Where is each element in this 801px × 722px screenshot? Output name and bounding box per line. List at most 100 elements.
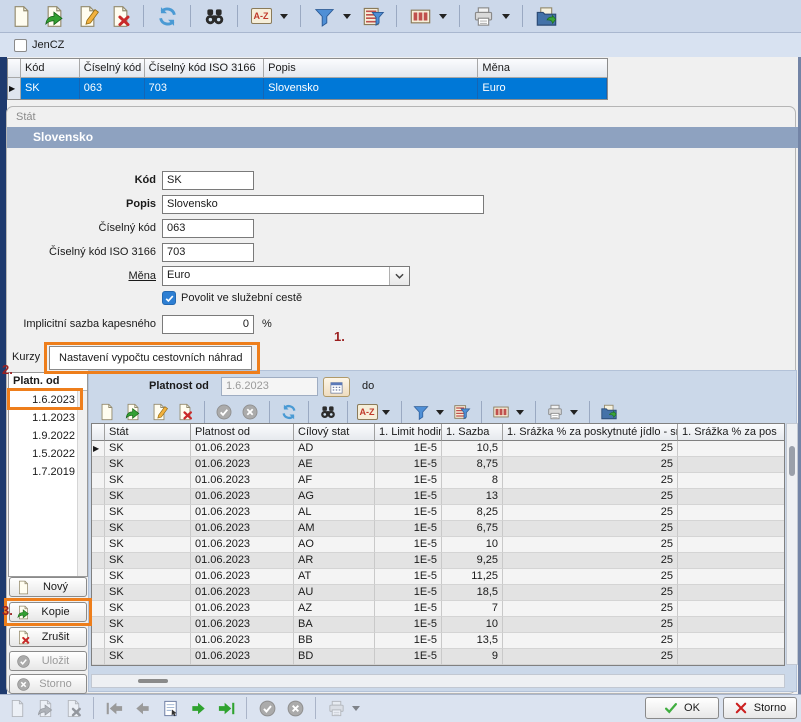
delete-button[interactable]	[105, 2, 135, 30]
columns-button[interactable]	[489, 401, 513, 423]
date-item[interactable]: 1.9.2022	[9, 427, 87, 445]
platnost-od-field[interactable]: 1.6.2023	[221, 377, 318, 396]
popis-field[interactable]: Slovensko	[162, 195, 484, 214]
calendar-button[interactable]	[323, 377, 350, 397]
col-cilovy-stat[interactable]: Cílový stat	[294, 424, 375, 441]
rates-grid-row[interactable]: SK01.06.2023AF1E-5825	[92, 473, 784, 489]
iso-field[interactable]: 703	[162, 243, 254, 262]
zrusit-button[interactable]: Zrušit	[9, 627, 87, 647]
sort-az-dropdown-arrow[interactable]	[280, 14, 288, 19]
filter-chart-button[interactable]	[450, 401, 474, 423]
print-dropdown-arrow[interactable]	[570, 410, 578, 415]
refresh-button[interactable]	[152, 2, 182, 30]
col-iso[interactable]: Číselný kód ISO 3166	[145, 59, 265, 78]
print-dropdown-arrow[interactable]	[502, 14, 510, 19]
filter-dropdown-arrow[interactable]	[343, 14, 351, 19]
form-view-button[interactable]	[157, 696, 183, 720]
search-button[interactable]	[316, 401, 340, 423]
sort-az-button[interactable]: A-Z	[246, 2, 276, 30]
col-ciselny-kod[interactable]: Číselný kód	[80, 59, 145, 78]
rates-grid-row[interactable]: SK01.06.2023AL1E-58,2525	[92, 505, 784, 521]
novy-button[interactable]: Nový	[9, 577, 87, 597]
print-dropdown-arrow[interactable]	[352, 706, 360, 711]
mena-label[interactable]: Měna	[18, 270, 156, 282]
tab-kurzy[interactable]: Kurzy	[12, 351, 40, 363]
print-button[interactable]	[543, 401, 567, 423]
apply-button[interactable]	[254, 696, 280, 720]
col-mena[interactable]: Měna	[478, 59, 607, 78]
date-item[interactable]: 1.7.2019	[9, 463, 87, 481]
delete-button[interactable]	[60, 696, 86, 720]
columns-button[interactable]	[405, 2, 435, 30]
mena-dropdown-button[interactable]	[389, 267, 409, 285]
edit-button[interactable]	[72, 2, 102, 30]
rates-grid-row[interactable]: SK01.06.2023BB1E-513,525	[92, 633, 784, 649]
copy-button[interactable]	[39, 2, 69, 30]
dates-column-header[interactable]: Platn. od	[9, 373, 87, 391]
jencz-checkbox[interactable]	[14, 39, 27, 52]
new-button[interactable]	[4, 696, 30, 720]
edit-button[interactable]	[147, 401, 171, 423]
print-button[interactable]	[323, 696, 349, 720]
hscroll-thumb[interactable]	[138, 679, 168, 683]
cancel-button[interactable]	[238, 401, 262, 423]
date-item[interactable]: 1.1.2023	[9, 409, 87, 427]
mena-combobox[interactable]: Euro	[162, 266, 410, 286]
last-button[interactable]	[213, 696, 239, 720]
rates-grid-row[interactable]: SK01.06.2023AZ1E-5725	[92, 601, 784, 617]
columns-dropdown-arrow[interactable]	[516, 410, 524, 415]
refresh-button[interactable]	[277, 401, 301, 423]
col-srazka-snidane[interactable]: 1. Srážka % za poskytnuté jídlo - snídan…	[503, 424, 678, 441]
kopie-button[interactable]: Kopie	[9, 602, 87, 622]
rates-grid-row[interactable]: SK01.06.2023AT1E-511,2525	[92, 569, 784, 585]
col-kod[interactable]: Kód	[21, 59, 80, 78]
print-button[interactable]	[468, 2, 498, 30]
rates-grid-row[interactable]: SK01.06.2023AR1E-59,2525	[92, 553, 784, 569]
next-button[interactable]	[185, 696, 211, 720]
dates-scrollbar[interactable]	[77, 391, 87, 576]
col-platnost-od[interactable]: Platnost od	[191, 424, 294, 441]
apply-button[interactable]	[212, 401, 236, 423]
export-button[interactable]	[597, 401, 621, 423]
copy-button[interactable]	[32, 696, 58, 720]
filter-grid-button[interactable]	[358, 2, 388, 30]
vscroll-thumb[interactable]	[789, 446, 795, 476]
kod-field[interactable]: SK	[162, 171, 254, 190]
rates-grid-row[interactable]: SK01.06.2023BA1E-51025	[92, 617, 784, 633]
storno-button[interactable]: Storno	[723, 697, 797, 719]
ciselny-kod-field[interactable]: 063	[162, 219, 254, 238]
columns-dropdown-arrow[interactable]	[439, 14, 447, 19]
date-item-selected[interactable]: 1.6.2023	[9, 391, 87, 409]
new-button[interactable]	[6, 2, 36, 30]
country-row-selected[interactable]: ▶ SK 063 703 Slovensko Euro	[8, 78, 607, 99]
rates-grid-row[interactable]: SK01.06.2023BD1E-5925	[92, 649, 784, 665]
col-limit-hodin[interactable]: 1. Limit hodin	[375, 424, 442, 441]
col-srazka-2[interactable]: 1. Srážka % za pos	[678, 424, 784, 441]
rates-grid-hscrollbar[interactable]	[91, 674, 785, 688]
rates-grid-row[interactable]: SK01.06.2023AO1E-51025	[92, 537, 784, 553]
ok-button[interactable]: OK	[645, 697, 719, 719]
col-popis[interactable]: Popis	[264, 59, 478, 78]
rates-grid-row[interactable]: SK01.06.2023AU1E-518,525	[92, 585, 784, 601]
tab-nastaveni-nahrad[interactable]: Nastavení vypočtu cestovních náhrad	[49, 346, 252, 370]
rates-grid-row[interactable]: ▶SK01.06.2023AD1E-510,525	[92, 441, 784, 457]
copy-button[interactable]	[121, 401, 145, 423]
first-button[interactable]	[101, 696, 127, 720]
search-button[interactable]	[199, 2, 229, 30]
povolit-checkbox[interactable]	[162, 291, 176, 305]
filter-button[interactable]	[309, 2, 339, 30]
previous-button[interactable]	[129, 696, 155, 720]
col-sazba[interactable]: 1. Sazba	[442, 424, 503, 441]
new-button[interactable]	[95, 401, 119, 423]
col-stat[interactable]: Stát	[105, 424, 191, 441]
sazba-field[interactable]: 0	[162, 315, 254, 334]
delete-button[interactable]	[173, 401, 197, 423]
sort-az-dropdown-arrow[interactable]	[382, 410, 390, 415]
rates-grid-row[interactable]: SK01.06.2023AE1E-58,7525	[92, 457, 784, 473]
date-item[interactable]: 1.5.2022	[9, 445, 87, 463]
rates-grid-row[interactable]: SK01.06.2023AM1E-56,7525	[92, 521, 784, 537]
cancel-button[interactable]	[282, 696, 308, 720]
rates-grid-row[interactable]: SK01.06.2023AG1E-51325	[92, 489, 784, 505]
export-button[interactable]	[531, 2, 561, 30]
filter-button[interactable]	[409, 401, 433, 423]
